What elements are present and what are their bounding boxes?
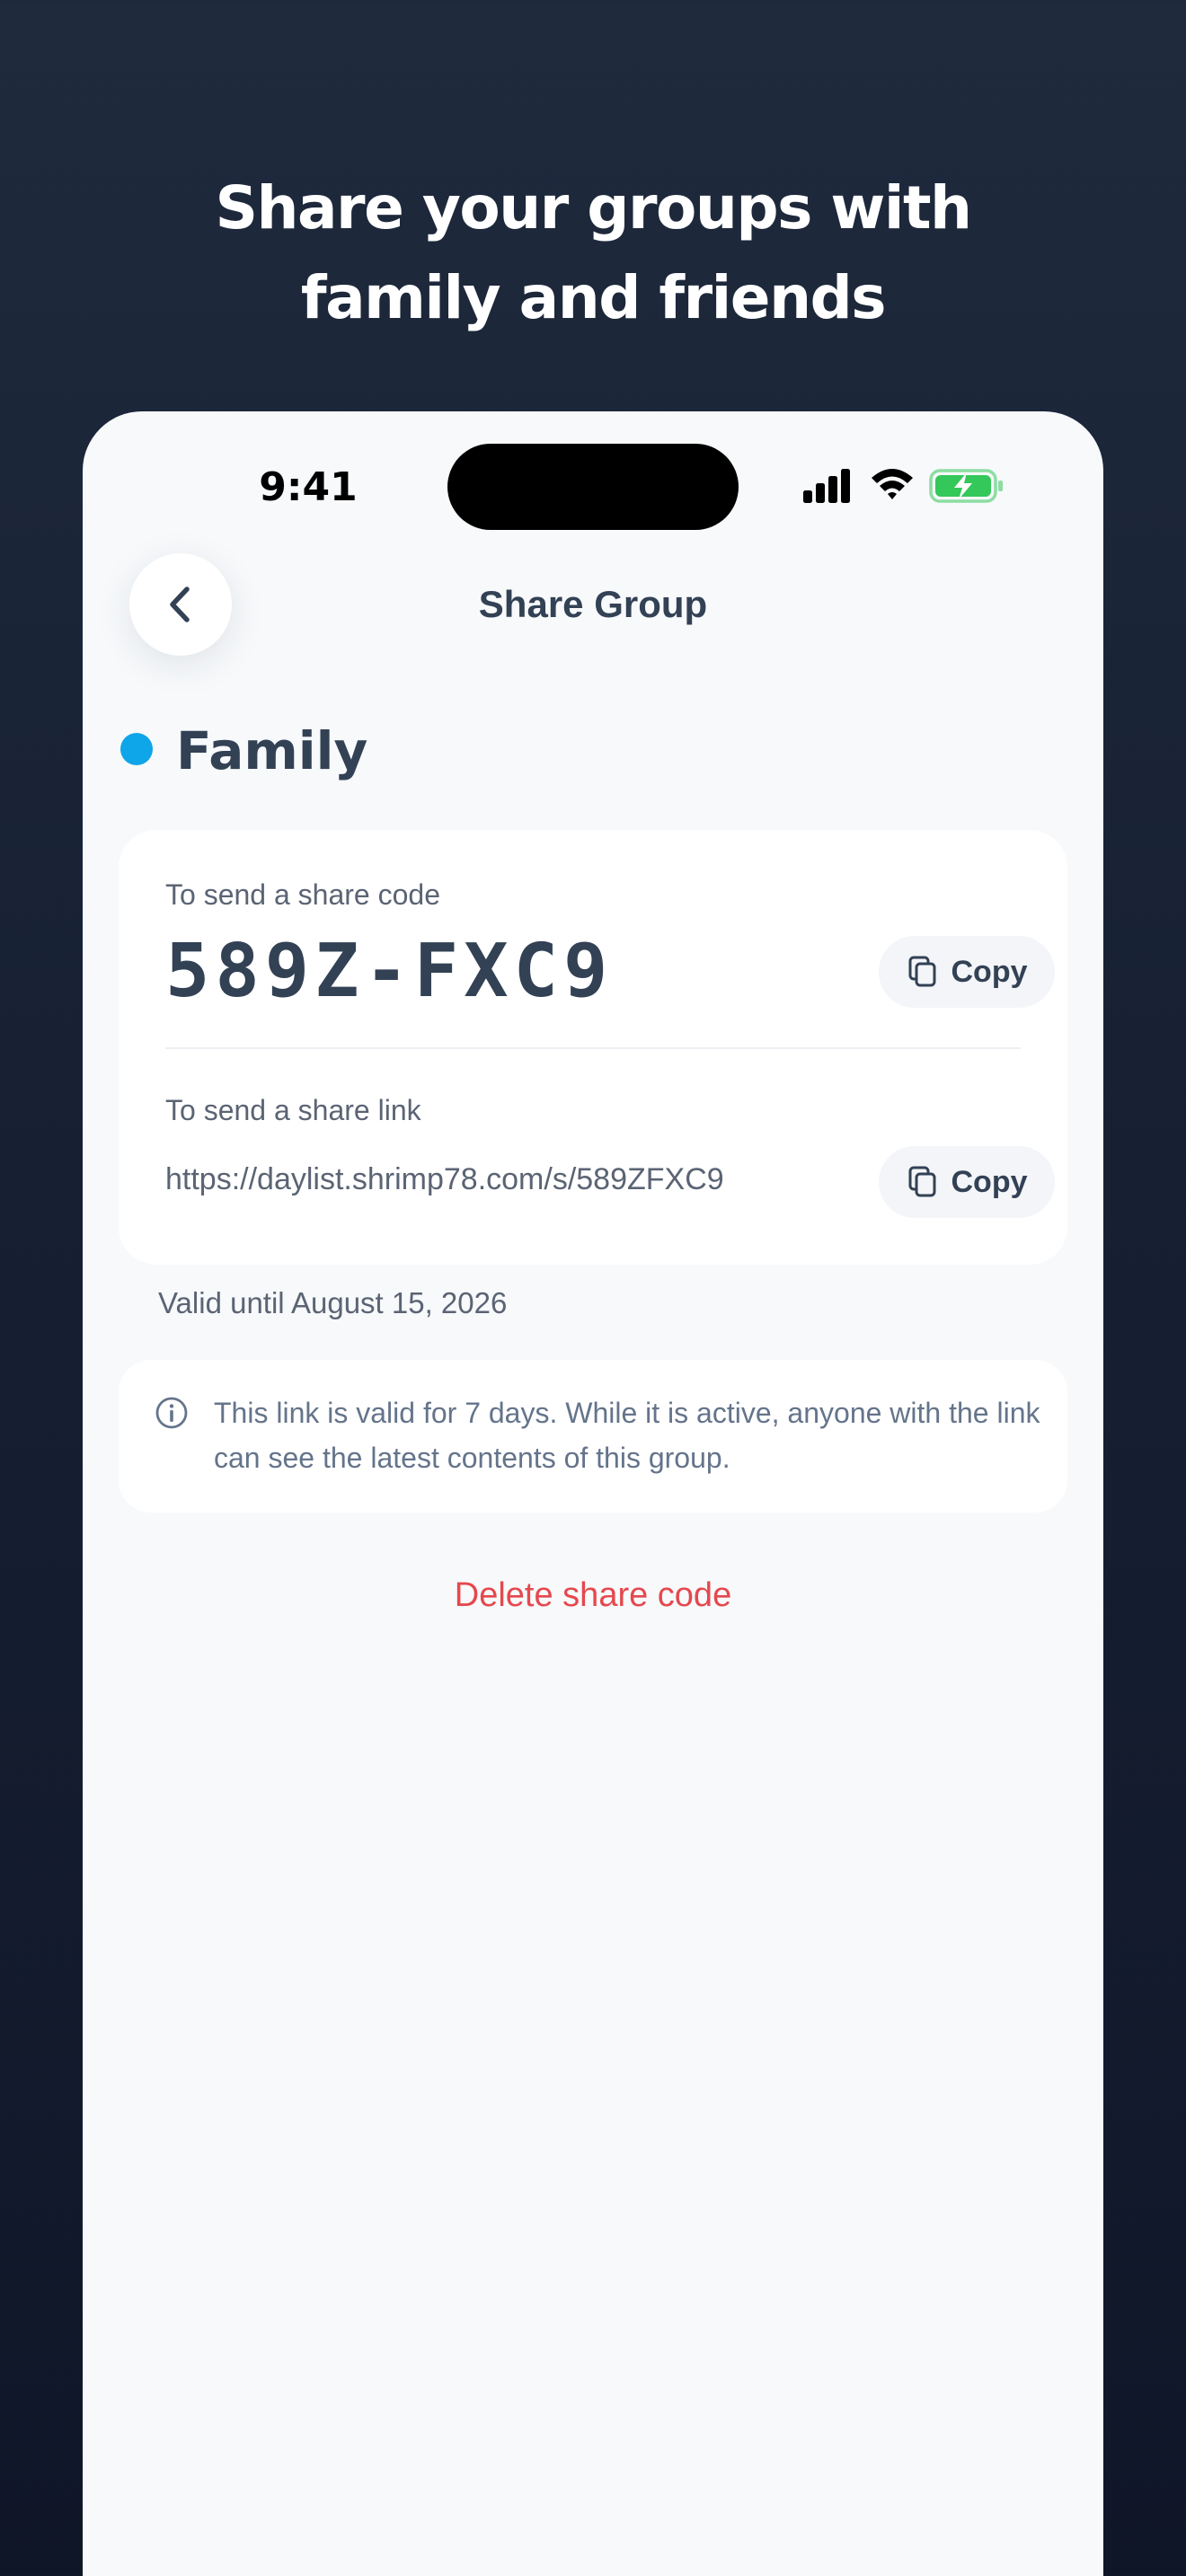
info-circle-icon [155,1397,188,1429]
status-bar-icons [801,463,1026,508]
share-link-url: https://daylist.shrimp78.com/s/589ZFXC9 [165,1162,724,1196]
copy-icon [908,956,935,987]
share-code-label: To send a share code [165,878,440,911]
copy-link-button[interactable]: Copy [879,1146,1055,1218]
copy-code-button[interactable]: Copy [879,936,1055,1008]
group-name: Family [176,720,368,781]
promo-headline: Share your groups with family and friend… [0,163,1186,343]
copy-link-label: Copy [951,1165,1028,1199]
delete-share-code-button[interactable]: Delete share code [323,1568,863,1622]
share-code-value: 589Z-FXC9 [165,929,614,1014]
promo-headline-line-2: family and friends [300,263,887,332]
wifi-icon [872,469,913,499]
dynamic-island [447,444,739,530]
battery-charging-icon [929,469,1003,503]
info-text: This link is valid for 7 days. While it … [214,1397,1040,1474]
share-link-label: To send a share link [165,1094,421,1126]
page-title: Share Group [478,583,708,625]
valid-until-text: Valid until August 15, 2026 [158,1286,508,1319]
promo-headline-line-1: Share your groups with [215,173,972,243]
back-button[interactable] [129,553,232,656]
share-card: To send a share code 589Z-FXC9 Copy To s… [119,830,1067,1265]
copy-icon [908,1166,935,1197]
copy-code-label: Copy [951,955,1028,989]
card-divider [165,1047,1021,1049]
info-card: This link is valid for 7 days. While it … [119,1360,1067,1513]
cellular-signal-icon [803,469,850,503]
group-color-dot [120,733,153,765]
status-bar-time: 9:41 [259,464,358,510]
chevron-left-icon [170,587,190,622]
phone-screen: 9:41 Share Group Family To send a share … [83,411,1103,2576]
